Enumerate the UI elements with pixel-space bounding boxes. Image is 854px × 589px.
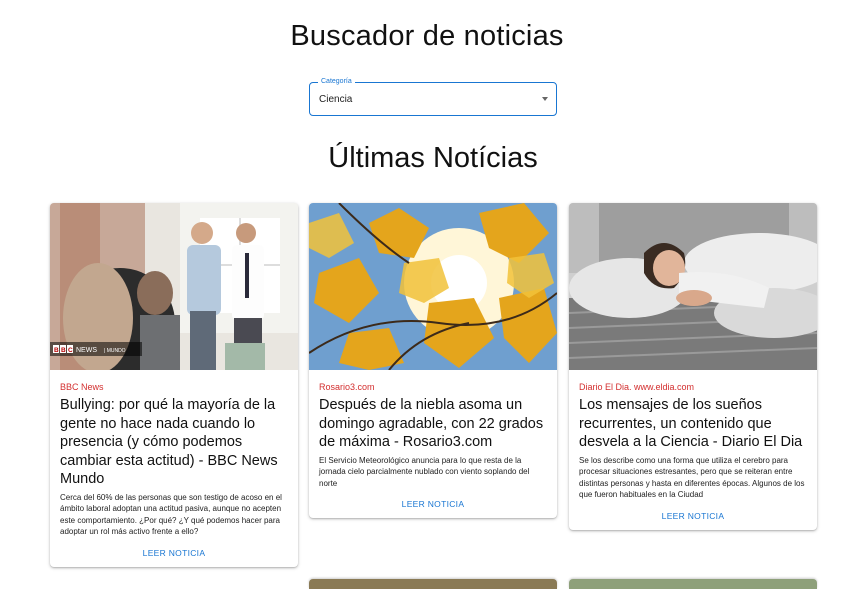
news-source: Diario El Dia. www.eldia.com (579, 382, 695, 392)
svg-text:B: B (61, 347, 66, 354)
news-card: Rosario3.com Después de la niebla asoma … (309, 203, 557, 518)
svg-text:NEWS: NEWS (76, 347, 97, 354)
news-card-next (569, 579, 817, 589)
read-news-button[interactable]: LEER NOTICIA (569, 501, 817, 530)
category-select-label: Categoría (318, 77, 355, 87)
news-image (569, 203, 817, 370)
news-description: Se los describe como una forma que utili… (579, 455, 805, 500)
dropdown-arrow-icon[interactable] (542, 97, 548, 101)
news-card: B B C NEWS | MUNDO BBC News Bullying: po… (50, 203, 298, 567)
news-source: Rosario3.com (319, 382, 375, 392)
news-description: El Servicio Meteorológico anuncia para l… (319, 455, 530, 488)
news-image: B B C NEWS | MUNDO (50, 203, 298, 370)
news-image (309, 203, 557, 370)
page-title: Buscador de noticias (290, 20, 564, 52)
news-card: Diario El Dia. www.eldia.com Los mensaje… (569, 203, 817, 530)
news-card-next (309, 579, 557, 589)
news-description: Cerca del 60% de las personas que son te… (60, 492, 282, 537)
svg-text:B: B (54, 347, 59, 354)
svg-text:| MUNDO: | MUNDO (104, 348, 126, 354)
svg-text:C: C (68, 347, 73, 354)
read-news-button[interactable]: LEER NOTICIA (50, 538, 298, 567)
category-select-value[interactable]: Ciencia (319, 94, 352, 105)
news-title: Bullying: por qué la mayoría de la gente… (60, 397, 278, 487)
section-title: Últimas Notícias (328, 142, 538, 174)
read-news-button[interactable]: LEER NOTICIA (309, 489, 557, 518)
news-title: Los mensajes de los sueños recurrentes, … (579, 397, 803, 450)
news-source: BBC News (60, 382, 104, 392)
category-select[interactable]: Categoría Ciencia (309, 77, 557, 116)
news-title: Después de la niebla asoma un domingo ag… (319, 397, 544, 450)
